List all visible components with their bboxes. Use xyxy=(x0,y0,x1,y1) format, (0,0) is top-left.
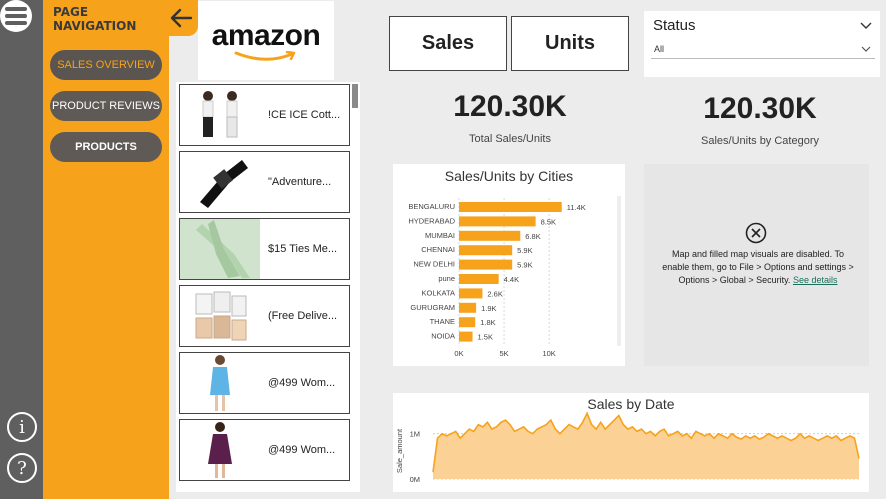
sales-date-area-plot: 0M 1M Sale_amount xyxy=(395,411,860,484)
amazon-logo-card: amazon xyxy=(198,1,334,80)
chevron-down-icon xyxy=(861,46,871,52)
bar-value-label: 2.6K xyxy=(487,289,502,298)
city-label: CHENNAI xyxy=(421,245,455,254)
product-image-tie xyxy=(180,219,260,279)
bar-value-label: 5.9K xyxy=(517,246,532,255)
nav-products-button[interactable]: PRODUCTS xyxy=(50,132,162,162)
city-bar[interactable] xyxy=(459,230,521,241)
city-label: MUMBAI xyxy=(425,231,455,240)
navigation-panel: PAGE NAVIGATION SALES OVERVIEW PRODUCT R… xyxy=(43,0,169,499)
map-disabled-message: Map and filled map visuals are disabled.… xyxy=(658,248,858,287)
product-image-bra-extenders xyxy=(180,286,260,346)
menu-icon[interactable] xyxy=(0,0,32,32)
city-bar[interactable] xyxy=(459,245,513,256)
bar-value-label: 11.4K xyxy=(567,203,586,212)
product-item[interactable]: @499 Wom... xyxy=(179,419,350,481)
sales-button[interactable]: Sales xyxy=(389,16,507,71)
y-axis-label: Sale_amount xyxy=(395,428,404,473)
see-details-link[interactable]: See details xyxy=(793,275,838,285)
city-label: THANE xyxy=(430,317,455,326)
product-image-belt xyxy=(180,152,260,212)
units-button[interactable]: Units xyxy=(511,16,629,71)
arrow-left-icon xyxy=(170,8,193,28)
status-label: Status xyxy=(653,17,696,34)
x-tick-label: 5K xyxy=(499,349,508,358)
left-rail: i ? xyxy=(0,0,43,499)
amazon-logo: amazon xyxy=(211,19,321,52)
bar-value-label: 1.9K xyxy=(481,304,496,313)
product-name: !CE ICE Cott... xyxy=(268,109,341,121)
city-label: NEW DELHI xyxy=(413,260,455,269)
city-bar[interactable] xyxy=(459,317,476,328)
amazon-smile-icon xyxy=(234,51,296,61)
product-name: @499 Wom... xyxy=(268,444,336,456)
city-label: KOLKATA xyxy=(422,288,455,297)
bar-value-label: 4.4K xyxy=(504,275,519,284)
city-label: GURUGRAM xyxy=(410,303,455,312)
city-bar[interactable] xyxy=(459,202,562,212)
city-label: BENGALURU xyxy=(408,202,455,211)
product-item[interactable]: @499 Wom... xyxy=(179,352,350,414)
product-list-scrollbar[interactable] xyxy=(352,84,358,108)
city-bar[interactable] xyxy=(459,274,499,284)
product-item[interactable]: (Free Delive... xyxy=(179,285,350,347)
sales-by-cities-chart: Sales/Units by Cities 0K 5K 10K BENGALURU 11… xyxy=(393,164,625,366)
nav-sales-overview-button[interactable]: SALES OVERVIEW xyxy=(50,50,162,80)
x-tick-label: 10K xyxy=(542,349,555,358)
city-label: pune xyxy=(438,274,455,283)
sales-units-by-category-value: 120.30K xyxy=(703,92,817,125)
chart-title: Sales/Units by Cities xyxy=(444,168,574,184)
product-list[interactable]: !CE ICE Cott... "Adventure... $15 Ties M… xyxy=(176,82,360,492)
product-image-kids-clothing xyxy=(180,85,260,145)
city-bar[interactable] xyxy=(459,259,513,270)
city-bar[interactable] xyxy=(459,331,473,342)
city-label: HYDERABAD xyxy=(408,216,455,225)
product-name: "Adventure... xyxy=(268,176,332,188)
bar-value-label: 6.8K xyxy=(525,232,540,241)
close-circle-icon xyxy=(745,222,767,244)
sales-by-date-chart: Sales by Date 0M 1M Sale_amount xyxy=(393,393,869,492)
product-image-blue-dress xyxy=(180,353,260,413)
sales-units-by-category-label: Sales/Units by Category xyxy=(701,135,819,147)
status-slicer: Status All xyxy=(644,11,880,77)
back-button[interactable] xyxy=(164,0,198,36)
status-dropdown[interactable]: All xyxy=(651,41,875,59)
city-bar[interactable] xyxy=(459,302,477,313)
product-item[interactable]: "Adventure... xyxy=(179,151,350,213)
product-image-purple-dress xyxy=(180,420,260,480)
product-name: (Free Delive... xyxy=(268,310,338,322)
y-tick-label: 1M xyxy=(410,430,420,439)
help-icon[interactable]: ? xyxy=(7,453,37,483)
info-icon[interactable]: i xyxy=(7,412,37,442)
chevron-down-icon[interactable] xyxy=(860,22,872,30)
bar-value-label: 1.8K xyxy=(480,318,495,327)
city-bar-plot: 0K 5K 10K BENGALURU 11.4K HYDERABAD 8.5K MUMBAI… xyxy=(408,196,621,358)
city-bar[interactable] xyxy=(459,288,483,299)
total-sales-units-label: Total Sales/Units xyxy=(469,133,551,145)
bar-value-label: 5.9K xyxy=(517,261,532,270)
map-visual-placeholder: Map and filled map visuals are disabled.… xyxy=(644,164,869,366)
city-label: NOIDA xyxy=(431,332,455,341)
product-name: $15 Ties Me... xyxy=(268,243,338,255)
y-tick-label: 0M xyxy=(410,475,420,484)
nav-title: PAGE NAVIGATION xyxy=(53,5,137,33)
city-bar[interactable] xyxy=(459,216,536,227)
total-sales-units-value: 120.30K xyxy=(453,90,567,123)
chart-scrollbar[interactable] xyxy=(617,196,621,346)
bar-value-label: 8.5K xyxy=(541,217,556,226)
nav-product-reviews-button[interactable]: PRODUCT REVIEWS xyxy=(50,91,162,121)
product-item[interactable]: $15 Ties Me... xyxy=(179,218,350,280)
product-item[interactable]: !CE ICE Cott... xyxy=(179,84,350,146)
status-value: All xyxy=(654,44,665,54)
x-tick-label: 0K xyxy=(454,349,463,358)
product-name: @499 Wom... xyxy=(268,377,336,389)
bar-value-label: 1.5K xyxy=(478,333,493,342)
sales-area xyxy=(433,413,859,479)
